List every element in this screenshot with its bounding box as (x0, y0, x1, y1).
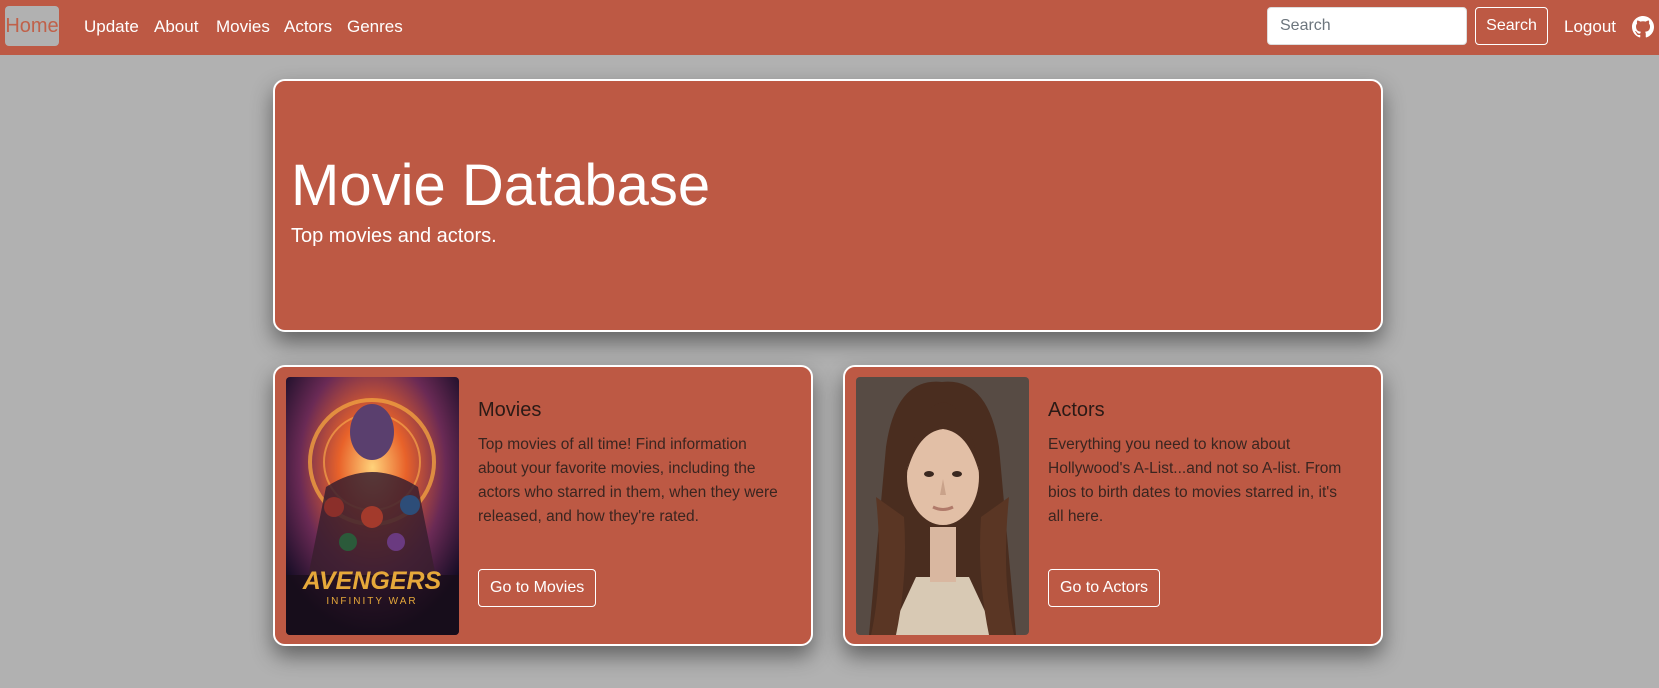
actors-card-image (856, 377, 1029, 635)
github-icon[interactable] (1632, 16, 1654, 38)
logout-link[interactable]: Logout (1564, 0, 1616, 55)
search-button[interactable]: Search (1475, 7, 1548, 45)
hero-jumbotron: Movie Database Top movies and actors. (273, 79, 1383, 332)
hero-title: Movie Database (291, 153, 711, 218)
github-icon-svg (1632, 16, 1654, 38)
actor-portrait-image (856, 377, 1029, 635)
navbar: Home Update About Movies Actors Genres S… (0, 0, 1659, 55)
movies-card-image: AVENGERS INFINITY WAR (286, 377, 459, 635)
movies-card: AVENGERS INFINITY WAR Movies Top movies … (273, 365, 813, 646)
movie-poster-image: AVENGERS INFINITY WAR (286, 377, 459, 635)
movies-card-title: Movies (478, 399, 542, 421)
search-input[interactable] (1267, 7, 1467, 45)
hero-subtitle: Top movies and actors. (291, 225, 497, 247)
nav-home-link[interactable]: Home (5, 6, 59, 46)
nav-link-about[interactable]: About (154, 0, 198, 55)
actors-card-title: Actors (1048, 399, 1105, 421)
nav-link-movies[interactable]: Movies (216, 0, 270, 55)
nav-link-genres[interactable]: Genres (347, 0, 403, 55)
go-to-movies-button[interactable]: Go to Movies (478, 569, 597, 607)
actors-card: Actors Everything you need to know about… (843, 365, 1383, 646)
actors-card-text: Everything you need to know about Hollyw… (1048, 436, 1342, 525)
nav-link-update[interactable]: Update (84, 0, 139, 55)
nav-link-actors[interactable]: Actors (284, 0, 332, 55)
poster-title-text: AVENGERS (302, 567, 442, 595)
poster-subtitle-text: INFINITY WAR (326, 596, 417, 607)
movies-card-text: Top movies of all time! Find information… (478, 436, 778, 525)
go-to-actors-button[interactable]: Go to Actors (1048, 569, 1161, 607)
